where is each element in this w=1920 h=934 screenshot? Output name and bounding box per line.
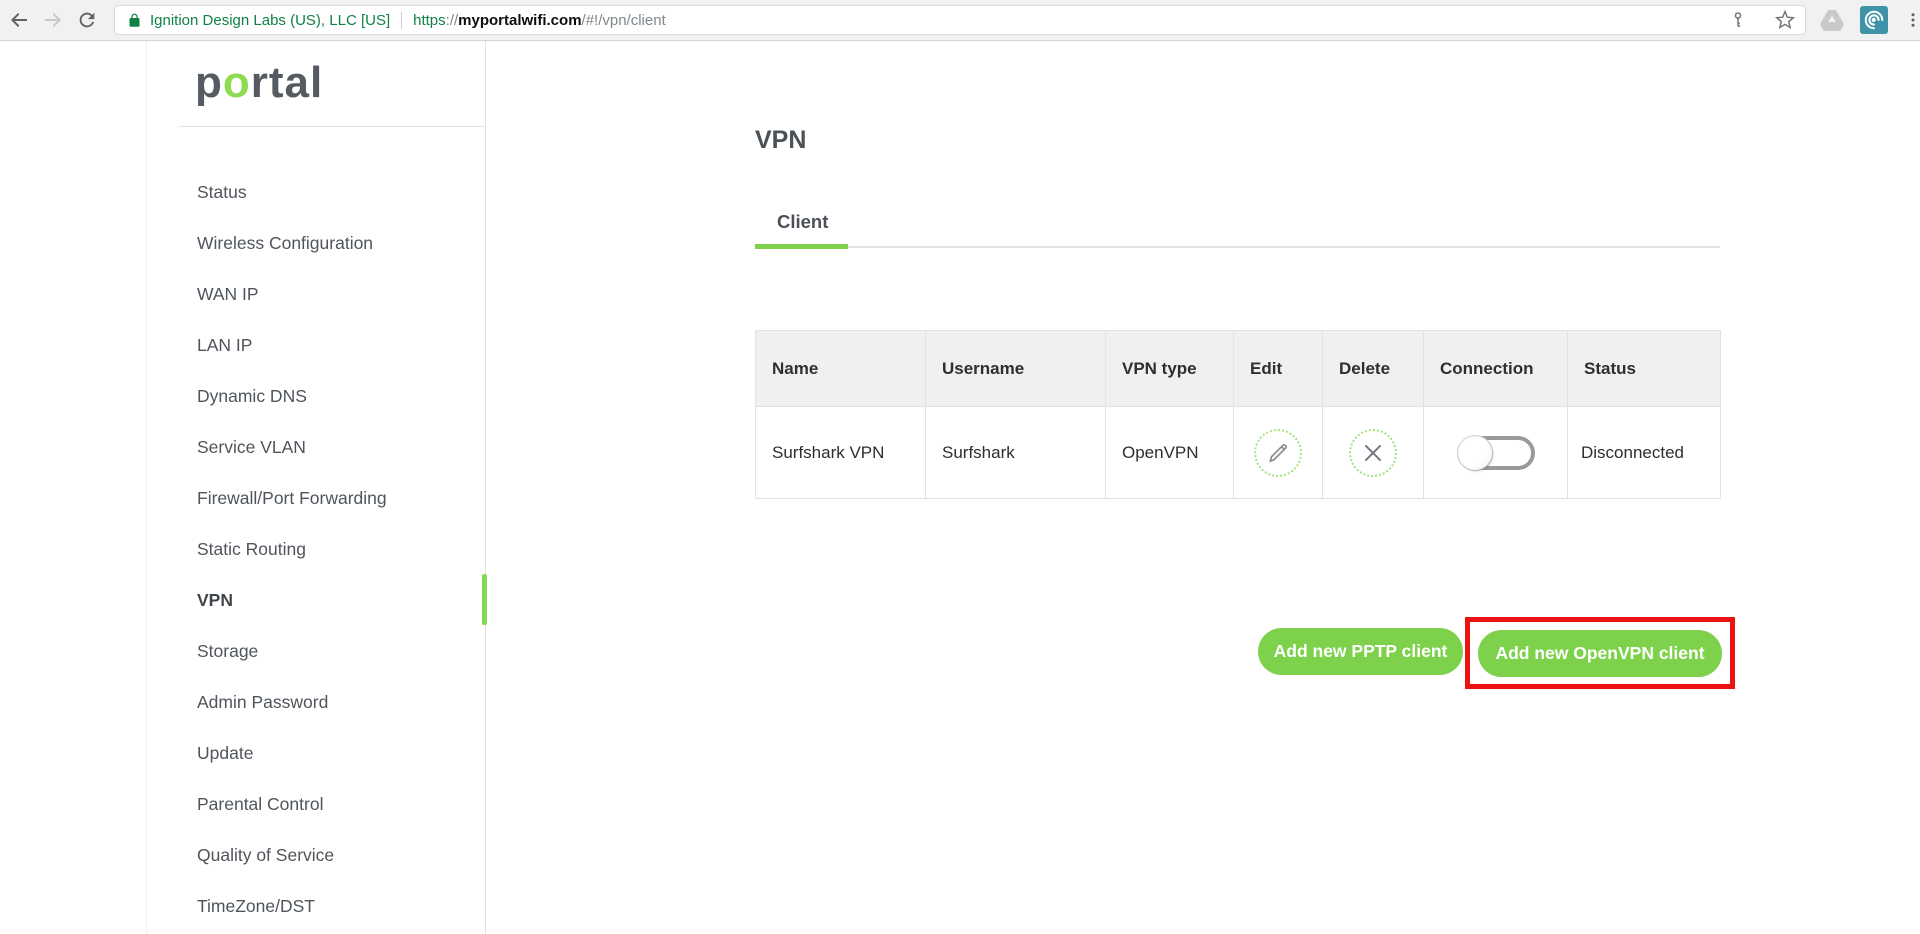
cell-vpn-type: OpenVPN [1106, 407, 1234, 499]
table-row: Surfshark VPN Surfshark OpenVPN Disconne… [756, 407, 1721, 499]
x-icon [1360, 440, 1386, 466]
back-icon[interactable] [4, 5, 34, 35]
chrome-menu-icon[interactable] [1904, 11, 1920, 29]
sidebar-item-admin-password[interactable]: Admin Password [147, 677, 485, 728]
ssl-lock-icon [127, 12, 142, 29]
screen: Ignition Design Labs (US), LLC [US] http… [0, 0, 1920, 934]
sidebar-item-lan-ip[interactable]: LAN IP [147, 320, 485, 371]
cell-name: Surfshark VPN [756, 407, 926, 499]
password-key-icon[interactable] [1729, 10, 1747, 30]
sidebar-item-vpn[interactable]: VPN [147, 575, 485, 626]
col-header-edit: Edit [1234, 331, 1323, 407]
sidebar-item-quality-of-service[interactable]: Quality of Service [147, 830, 485, 881]
col-header-username: Username [926, 331, 1106, 407]
pencil-icon [1265, 440, 1291, 466]
toggle-knob [1458, 436, 1492, 470]
drive-extension-icon[interactable] [1820, 9, 1844, 31]
sidebar-item-status[interactable]: Status [147, 167, 485, 218]
vpn-client-table: Name Username VPN type Edit Delete Conne… [755, 330, 1721, 499]
active-nav-indicator [482, 574, 487, 625]
sidebar-nav: Status Wireless Configuration WAN IP LAN… [147, 167, 485, 932]
sidebar-item-update[interactable]: Update [147, 728, 485, 779]
cell-username: Surfshark [926, 407, 1106, 499]
url-text[interactable]: https://myportalwifi.com/#!/vpn/client [413, 12, 666, 29]
annotation-highlight-box: Add new OpenVPN client [1465, 617, 1735, 689]
sidebar-item-service-vlan[interactable]: Service VLAN [147, 422, 485, 473]
add-openvpn-client-button[interactable]: Add new OpenVPN client [1478, 630, 1722, 677]
address-bar[interactable]: Ignition Design Labs (US), LLC [US] http… [114, 5, 1806, 35]
col-header-name: Name [756, 331, 926, 407]
sidebar-item-static-routing[interactable]: Static Routing [147, 524, 485, 575]
add-pptp-client-button[interactable]: Add new PPTP client [1258, 628, 1463, 675]
sidebar-item-firewall-port-forwarding[interactable]: Firewall/Port Forwarding [147, 473, 485, 524]
col-header-vpn-type: VPN type [1106, 331, 1234, 407]
tab-active-indicator [755, 244, 848, 249]
cell-status: Disconnected [1568, 407, 1721, 499]
sidebar-divider [179, 126, 485, 127]
reload-icon[interactable] [72, 5, 102, 35]
col-header-delete: Delete [1323, 331, 1424, 407]
portal-extension-icon[interactable] [1860, 6, 1888, 34]
sidebar-item-wireless-configuration[interactable]: Wireless Configuration [147, 218, 485, 269]
sidebar-item-storage[interactable]: Storage [147, 626, 485, 677]
table-header-row: Name Username VPN type Edit Delete Conne… [756, 331, 1721, 407]
edit-button[interactable] [1254, 429, 1302, 477]
ev-certificate-badge[interactable]: Ignition Design Labs (US), LLC [US] [150, 12, 390, 29]
sidebar-item-timezone-dst[interactable]: TimeZone/DST [147, 881, 485, 932]
forward-icon[interactable] [38, 5, 68, 35]
sidebar-item-dynamic-dns[interactable]: Dynamic DNS [147, 371, 485, 422]
delete-button[interactable] [1349, 429, 1397, 477]
col-header-connection: Connection [1424, 331, 1568, 407]
bookmark-star-icon[interactable] [1775, 10, 1795, 30]
sidebar-item-parental-control[interactable]: Parental Control [147, 779, 485, 830]
sidebar: portal Status Wireless Configuration WAN… [146, 41, 486, 934]
browser-toolbar: Ignition Design Labs (US), LLC [US] http… [0, 0, 1920, 41]
connection-toggle[interactable] [1457, 436, 1535, 470]
page-title: VPN [755, 126, 806, 155]
col-header-status: Status [1568, 331, 1721, 407]
portal-logo: portal [147, 41, 485, 126]
address-separator [401, 12, 402, 29]
tab-client[interactable]: Client [777, 211, 828, 233]
tab-underline [755, 246, 1720, 248]
sidebar-item-wan-ip[interactable]: WAN IP [147, 269, 485, 320]
